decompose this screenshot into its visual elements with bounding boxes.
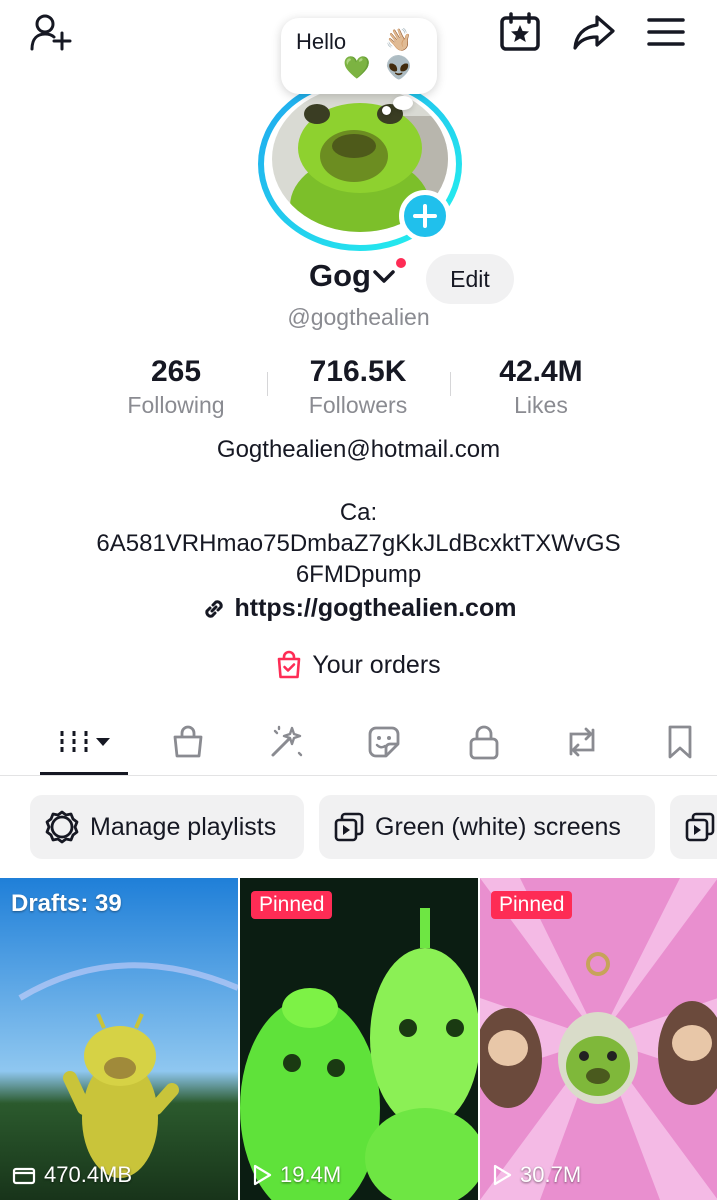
account-switch-button[interactable] bbox=[372, 268, 396, 291]
video-thumbnail bbox=[480, 878, 717, 1200]
play-icon bbox=[493, 1164, 512, 1186]
likes-count: 42.4M bbox=[499, 355, 583, 388]
notification-dot bbox=[394, 256, 408, 270]
drafts-label: Drafts: 39 bbox=[11, 890, 122, 917]
following-stat[interactable]: 265 Following bbox=[86, 354, 266, 420]
menu-button[interactable] bbox=[644, 12, 688, 52]
followers-stat[interactable]: 716.5K Followers bbox=[268, 354, 448, 420]
video-thumbnail bbox=[240, 878, 478, 1200]
add-story-button[interactable] bbox=[399, 190, 451, 242]
drafts-folder-icon bbox=[12, 1167, 36, 1185]
person-plus-icon bbox=[30, 14, 72, 51]
tab-shop[interactable] bbox=[166, 722, 210, 762]
calendar-button[interactable] bbox=[496, 10, 544, 54]
manage-playlists-label: Manage playlists bbox=[90, 812, 277, 841]
link-icon bbox=[204, 599, 223, 618]
tab-effects[interactable] bbox=[264, 722, 308, 762]
tab-videos[interactable] bbox=[52, 722, 116, 762]
bio-ca-line1: 6A581VRHmao75DmbaZ7gKkJLdBcxktTXWvGS bbox=[96, 530, 621, 557]
lock-icon bbox=[469, 725, 499, 760]
tab-favorites[interactable] bbox=[658, 722, 702, 762]
playlist-label: Green (white) screens bbox=[375, 812, 621, 841]
note-heart: 💚 bbox=[343, 55, 371, 80]
playlist-green-screens[interactable]: Green (white) screens bbox=[319, 795, 655, 859]
bio-ca-line2: 6FMDpump bbox=[295, 561, 422, 588]
magic-wand-icon bbox=[271, 725, 303, 757]
bio-email: Gogthealien@hotmail.com bbox=[216, 436, 501, 463]
sticker-icon bbox=[368, 726, 400, 758]
edit-profile-button[interactable]: Edit bbox=[426, 254, 514, 304]
following-count: 265 bbox=[150, 355, 202, 388]
video-tile-pinned-1[interactable]: Pinned 19.4M bbox=[240, 878, 478, 1200]
followers-count: 716.5K bbox=[309, 355, 407, 388]
username-handle: @gogthealien bbox=[287, 304, 430, 330]
video-tile-pinned-2[interactable]: Pinned 30.7M bbox=[480, 878, 717, 1200]
play-icon bbox=[253, 1164, 272, 1186]
chevron-down-icon bbox=[373, 270, 395, 283]
link-text: https://gogthealien.com bbox=[234, 594, 517, 622]
bookmark-icon bbox=[668, 725, 692, 759]
orders-text: Your orders bbox=[312, 650, 441, 679]
calendar-star-icon bbox=[500, 12, 540, 51]
video-thumbnail bbox=[0, 878, 238, 1200]
video-tile-drafts[interactable]: Drafts: 39 470.4MB bbox=[0, 878, 238, 1200]
add-friend-button[interactable] bbox=[28, 10, 76, 54]
likes-label: Likes bbox=[514, 392, 568, 418]
view-count-text: 19.4M bbox=[280, 1162, 342, 1187]
shopping-bag-icon bbox=[278, 650, 301, 679]
note-emoji: 👋🏼👽 bbox=[385, 27, 413, 80]
tab-reposts[interactable] bbox=[560, 722, 604, 762]
active-tab-indicator bbox=[40, 772, 128, 775]
manage-playlists-button[interactable]: Manage playlists bbox=[30, 795, 304, 859]
profile-tabbar bbox=[0, 708, 717, 776]
bubble-tail-dot bbox=[382, 106, 391, 115]
playlist-next[interactable] bbox=[670, 795, 717, 859]
pinned-badge: Pinned bbox=[251, 891, 333, 919]
pinned-badge: Pinned bbox=[491, 891, 573, 919]
tab-private[interactable] bbox=[462, 722, 506, 762]
bubble-tail bbox=[393, 96, 413, 110]
following-label: Following bbox=[127, 392, 225, 418]
playlist-icon bbox=[685, 812, 715, 842]
likes-stat[interactable]: 42.4M Likes bbox=[451, 354, 631, 420]
gear-icon bbox=[45, 810, 79, 844]
view-count-text: 30.7M bbox=[520, 1162, 582, 1187]
profile-name[interactable]: Gog bbox=[309, 258, 371, 294]
videos-grid-icon bbox=[60, 731, 110, 753]
profile-link[interactable]: https://gogthealien.com bbox=[0, 594, 717, 623]
playlist-icon bbox=[334, 812, 364, 842]
plus-icon bbox=[413, 204, 437, 228]
draft-size-text: 470.4MB bbox=[44, 1162, 133, 1187]
share-button[interactable] bbox=[570, 10, 618, 54]
bio-ca-label: Ca: bbox=[339, 499, 378, 526]
tab-stickers[interactable] bbox=[362, 722, 406, 762]
view-count: 30.7M bbox=[492, 1162, 581, 1188]
shop-bag-icon bbox=[173, 725, 203, 758]
note-text: Hello bbox=[296, 29, 347, 54]
repost-icon bbox=[569, 727, 595, 757]
hamburger-menu-icon bbox=[647, 18, 685, 46]
draft-size: 470.4MB bbox=[12, 1162, 132, 1188]
share-arrow-icon bbox=[573, 15, 615, 50]
your-orders-link[interactable]: Your orders bbox=[0, 650, 717, 680]
followers-label: Followers bbox=[308, 392, 408, 418]
view-count: 19.4M bbox=[252, 1162, 341, 1188]
note-bubble[interactable]: Hello 👋🏼👽 💚 bbox=[281, 18, 437, 94]
